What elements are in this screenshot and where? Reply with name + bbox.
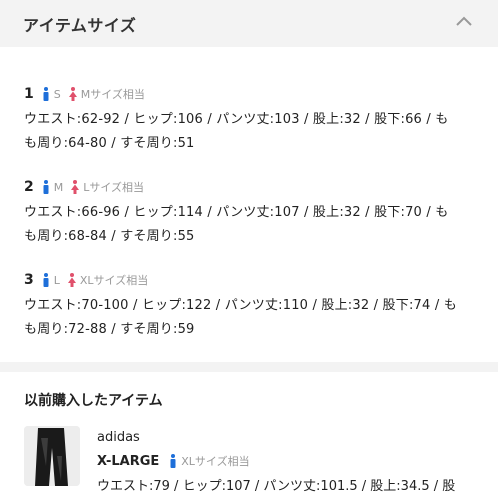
measurement-line: も周り:72-88 / すそ周り:59: [24, 322, 195, 337]
size-row: 2 M Lサイズ相当 ウエスト:66-96 / ヒップ:114 / パンツ丈:1…: [24, 178, 474, 249]
previous-measurements: ウエスト:79 / ヒップ:107 / パンツ丈:101.5 / 股上:34.5…: [97, 479, 456, 494]
chevron-up-icon[interactable]: [456, 16, 472, 26]
measurement-line: ウエスト:62-92 / ヒップ:106 / パンツ丈:103 / 股上:32 …: [24, 112, 449, 127]
male-size: M: [42, 180, 64, 194]
previous-purchase-title: 以前購入したアイテム: [24, 393, 163, 409]
size-equivalent: XLサイズ相当: [181, 455, 250, 468]
size-number: 2: [24, 179, 34, 195]
male-icon: [43, 273, 49, 287]
brand-name: adidas: [97, 430, 140, 445]
female-size-label: Mサイズ相当: [80, 88, 145, 101]
male-size: L: [42, 273, 60, 287]
measurement-line: も周り:64-80 / すそ周り:51: [24, 136, 195, 151]
item-size-header[interactable]: アイテムサイズ: [0, 0, 498, 47]
previous-item[interactable]: adidas X-LARGE XLサイズ相当 ウエスト:79 / ヒップ:107…: [24, 426, 474, 494]
size-list: 1 S Mサイズ相当 ウエスト:62-92 / ヒップ:106 / パンツ丈:1…: [0, 47, 498, 342]
size-measurements: ウエスト:70-100 / ヒップ:122 / パンツ丈:110 / 股上:32…: [24, 294, 474, 342]
size-row: 3 L XLサイズ相当 ウエスト:70-100 / ヒップ:122 / パンツ丈…: [24, 271, 474, 342]
size-row: 1 S Mサイズ相当 ウエスト:62-92 / ヒップ:106 / パンツ丈:1…: [24, 85, 474, 156]
measurement-line: も周り:68-84 / すそ周り:55: [24, 229, 195, 244]
female-icon: [67, 273, 76, 287]
male-icon: [43, 87, 49, 101]
previous-size-row: X-LARGE XLサイズ相当: [97, 453, 474, 469]
female-size-label: XLサイズ相当: [79, 274, 149, 287]
section-title: アイテムサイズ: [23, 15, 137, 35]
male-icon: [170, 454, 176, 468]
female-icon: [71, 180, 80, 194]
size-measurements: ウエスト:62-92 / ヒップ:106 / パンツ丈:103 / 股上:32 …: [24, 108, 474, 156]
female-icon: [68, 87, 77, 101]
female-size: Lサイズ相当: [71, 179, 144, 195]
previous-size: X-LARGE: [97, 453, 160, 469]
female-size-label: Lサイズ相当: [83, 181, 145, 194]
male-icon: [43, 180, 49, 194]
female-size: XLサイズ相当: [67, 272, 149, 288]
size-number: 1: [24, 86, 34, 102]
size-measurements: ウエスト:66-96 / ヒップ:114 / パンツ丈:107 / 股上:32 …: [24, 201, 474, 249]
previous-item-info: adidas X-LARGE XLサイズ相当 ウエスト:79 / ヒップ:107…: [97, 426, 474, 494]
male-size-label: L: [53, 273, 60, 287]
product-thumbnail[interactable]: [24, 426, 80, 486]
male-size: XLサイズ相当: [169, 453, 250, 469]
previous-purchase-section: 以前購入したアイテム adidas X-LARGE XLサイズ相当 ウエスト:7…: [0, 372, 498, 494]
measurement-line: ウエスト:70-100 / ヒップ:122 / パンツ丈:110 / 股上:32…: [24, 298, 457, 313]
female-size: Mサイズ相当: [68, 86, 145, 102]
section-divider: [0, 362, 498, 372]
size-number: 3: [24, 272, 34, 288]
male-size: S: [42, 87, 61, 101]
measurement-line: ウエスト:66-96 / ヒップ:114 / パンツ丈:107 / 股上:32 …: [24, 205, 449, 220]
male-size-label: S: [53, 87, 61, 101]
male-size-label: M: [53, 180, 64, 194]
